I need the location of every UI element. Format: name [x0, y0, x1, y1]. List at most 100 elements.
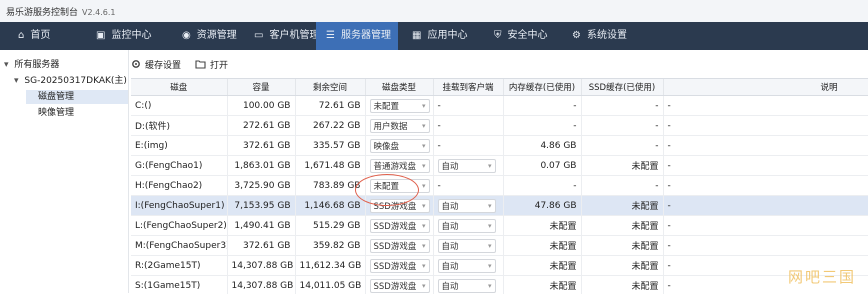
disk-type-select[interactable]: 未配置 ▾: [370, 99, 430, 113]
disk-type-select[interactable]: SSD游戏盘▾: [370, 239, 430, 253]
disk-type-select[interactable]: 普通游戏盘 ▾: [370, 159, 430, 173]
open-label: 打开: [210, 58, 228, 71]
table-row[interactable]: S:(1Game15T)14,307.88 GB14,011.05 GBSSD游…: [131, 276, 868, 294]
app-icon: ▦: [412, 22, 421, 50]
disk-capacity: 1,863.01 GB: [227, 156, 295, 176]
top-nav: ⌂首页 ▣监控中心◉资源管理 ▭客户机管理 ☰服务器管理▦应用中心 ⛨安全中心 ⚙系统设置: [0, 22, 868, 50]
disk-name: M:(FengChaoSuper3): [131, 236, 227, 256]
header-disk-type[interactable]: 磁盘类型: [365, 79, 433, 96]
cache-settings-button[interactable]: 缓存设置: [131, 58, 181, 71]
ssd-cache: 未配置: [581, 216, 663, 236]
disk-type-value: SSD游戏盘: [374, 280, 417, 292]
table-row[interactable]: I:(FengChaoSuper1)7,153.95 GB1,146.68 GB…: [131, 196, 868, 216]
header-note[interactable]: 说明: [663, 79, 868, 96]
header-ssd-cache[interactable]: SSD缓存(已使用): [581, 79, 663, 96]
memory-cache: 未配置: [503, 256, 581, 276]
nav-item-5[interactable]: ▦应用中心: [402, 22, 476, 50]
ssd-cache: 未配置: [581, 276, 663, 294]
sidebar: ▾ 所有服务器 ▾ SG-20250317DKAK(主) 磁盘管理 映像管理: [0, 50, 129, 293]
mount-mode-cell: 自动▾: [433, 256, 503, 276]
mount-mode-cell: -: [433, 136, 503, 156]
chevron-down-icon: ▾: [422, 262, 426, 270]
gear-icon: ⚙: [572, 22, 581, 50]
disk-free-space: 1,671.48 GB: [295, 156, 365, 176]
ssd-cache: 未配置: [581, 156, 663, 176]
mount-mode-select[interactable]: 自动▾: [438, 259, 496, 273]
resource-icon: ◉: [182, 22, 191, 50]
chevron-down-icon: ▾: [488, 262, 492, 270]
table-row[interactable]: C:()100.00 GB72.61 GB未配置▾----: [131, 96, 868, 116]
nav-item-3[interactable]: ▭客户机管理: [244, 22, 308, 50]
chevron-down-icon: ▾: [422, 182, 426, 190]
table-header: 磁盘 容量 剩余空间 磁盘类型 挂载到客户端 内存缓存(已使用) SSD缓存(已…: [131, 79, 868, 96]
disk-capacity: 14,307.88 GB: [227, 276, 295, 294]
header-mount[interactable]: 挂载到客户端: [433, 79, 503, 96]
nav-item-label: 安全中心: [508, 22, 548, 50]
monitor-icon: ▣: [96, 22, 105, 50]
nav-item-6[interactable]: ⛨安全中心: [484, 22, 554, 50]
disk-type-value: SSD游戏盘: [374, 260, 417, 272]
ssd-cache: -: [581, 176, 663, 196]
memory-cache: 0.07 GB: [503, 156, 581, 176]
mount-mode-select[interactable]: 自动▾: [438, 219, 496, 233]
sidebar-item-label: 磁盘管理: [38, 92, 74, 102]
table-row[interactable]: L:(FengChaoSuper2)1,490.41 GB515.29 GBSS…: [131, 216, 868, 236]
collapse-icon[interactable]: ▾: [14, 76, 19, 86]
disk-note: -: [663, 116, 868, 136]
mount-mode-value: 自动: [442, 200, 459, 212]
chevron-down-icon: ▾: [422, 102, 426, 110]
disk-note: -: [663, 236, 868, 256]
nav-item-1[interactable]: ▣监控中心: [86, 22, 166, 50]
disk-type-cell: 未配置 ▾: [365, 96, 433, 116]
disk-free-space: 335.57 GB: [295, 136, 365, 156]
nav-item-0[interactable]: ⌂首页: [8, 22, 78, 50]
nav-item-2[interactable]: ◉资源管理: [172, 22, 236, 50]
disk-type-value: 未配置: [374, 100, 400, 112]
table-row[interactable]: D:(软件)272.61 GB267.22 GB用户数据▾----: [131, 116, 868, 136]
disk-type-select[interactable]: SSD游戏盘 ▾: [370, 259, 430, 273]
disk-capacity: 3,725.90 GB: [227, 176, 295, 196]
mount-mode-cell: 自动▾: [433, 236, 503, 256]
disk-name: H:(FengChao2): [131, 176, 227, 196]
disk-type-select[interactable]: 用户数据▾: [370, 119, 430, 133]
header-memory-cache[interactable]: 内存缓存(已使用): [503, 79, 581, 96]
disk-capacity: 14,307.88 GB: [227, 256, 295, 276]
sidebar-item-image-management[interactable]: 映像管理: [26, 106, 74, 120]
mount-mode-select[interactable]: 自动▾: [438, 239, 496, 253]
chevron-down-icon: ▾: [488, 162, 492, 170]
header-disk[interactable]: 磁盘: [131, 79, 227, 96]
header-free-space[interactable]: 剩余空间: [295, 79, 365, 96]
tree-root[interactable]: ▾ 所有服务器: [4, 58, 59, 72]
disk-type-cell: 用户数据▾: [365, 116, 433, 136]
shield-icon: ⛨: [494, 22, 502, 50]
header-capacity[interactable]: 容量: [227, 79, 295, 96]
sidebar-item-disk-management[interactable]: 磁盘管理: [26, 90, 128, 104]
table-row[interactable]: G:(FengChao1)1,863.01 GB1,671.48 GB普通游戏盘…: [131, 156, 868, 176]
table-row[interactable]: E:(img)372.61 GB335.57 GB映像盘▾-4.86 GB--: [131, 136, 868, 156]
disk-type-value: 普通游戏盘: [374, 160, 417, 172]
disk-name: C:(): [131, 96, 227, 116]
ssd-cache: 未配置: [581, 196, 663, 216]
annotation-circle: [355, 174, 419, 206]
mount-mode-select[interactable]: 自动▾: [438, 199, 496, 213]
mount-mode-select[interactable]: 自动▾: [438, 279, 496, 293]
mount-mode-select[interactable]: 自动▾: [438, 159, 496, 173]
tree-server[interactable]: ▾ SG-20250317DKAK(主): [14, 74, 127, 88]
disk-type-select[interactable]: SSD游戏盘▾: [370, 279, 430, 293]
disk-type-value: SSD游戏盘: [374, 220, 417, 232]
disk-type-select[interactable]: SSD游戏盘▾: [370, 219, 430, 233]
table-row[interactable]: M:(FengChaoSuper3)372.61 GB359.82 GBSSD游…: [131, 236, 868, 256]
mount-mode-value: -: [438, 181, 441, 191]
app-name: 易乐游服务控制台: [6, 8, 78, 18]
disk-type-select[interactable]: 映像盘▾: [370, 139, 430, 153]
nav-item-4[interactable]: ☰服务器管理: [316, 22, 398, 50]
table-row[interactable]: H:(FengChao2)3,725.90 GB783.89 GB未配置▾---…: [131, 176, 868, 196]
folder-icon: [195, 59, 206, 69]
memory-cache: -: [503, 96, 581, 116]
open-button[interactable]: 打开: [195, 58, 228, 71]
table-row[interactable]: R:(2Game15T)14,307.88 GB11,612.34 GBSSD游…: [131, 256, 868, 276]
collapse-icon[interactable]: ▾: [4, 60, 9, 70]
disk-note: -: [663, 216, 868, 236]
nav-item-7[interactable]: ⚙系统设置: [562, 22, 642, 50]
chevron-down-icon: ▾: [422, 162, 426, 170]
